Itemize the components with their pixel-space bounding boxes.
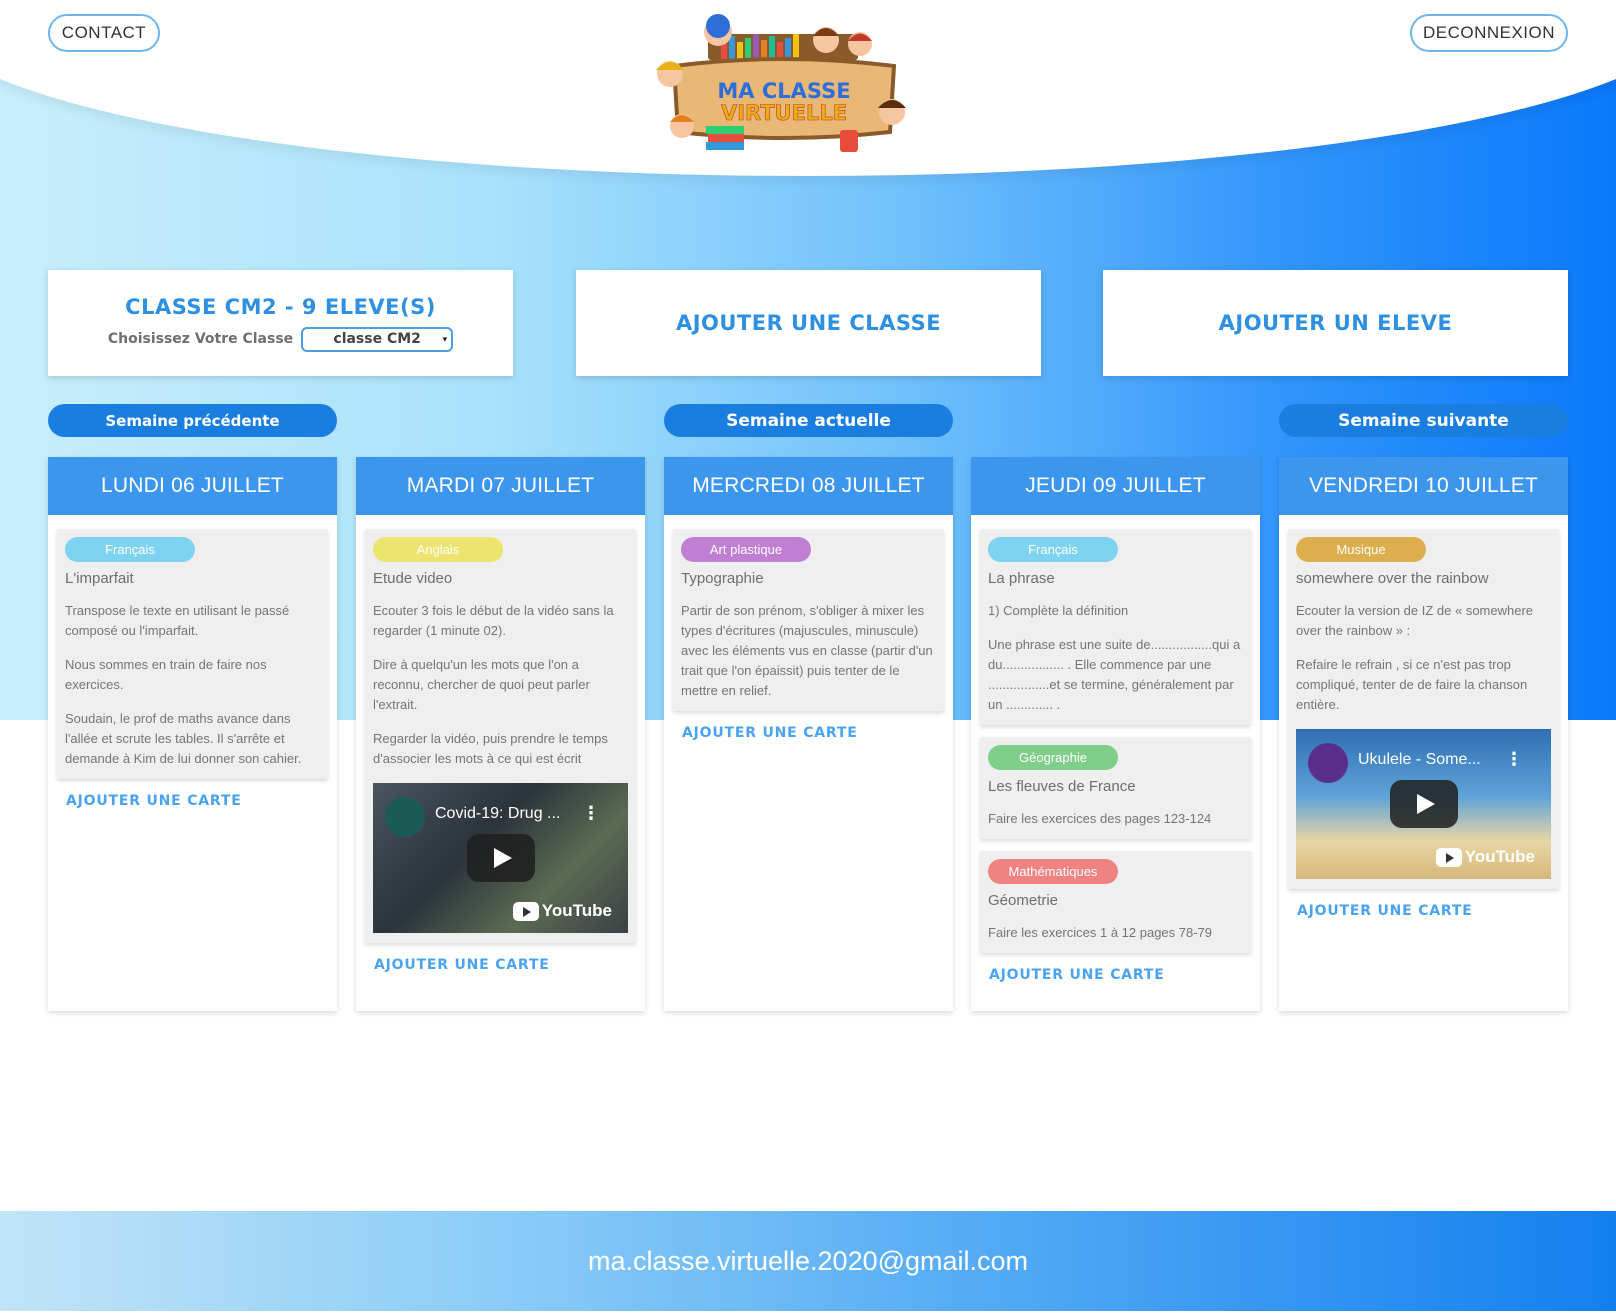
subject-badge: Français — [65, 537, 195, 562]
lesson-card[interactable]: Mathématiques Géometrie Faire les exercice… — [980, 851, 1251, 953]
footer-email[interactable]: ma.classe.virtuelle.2020@gmail.com — [588, 1246, 1028, 1277]
lesson-title: somewhere over the rainbow — [1296, 570, 1489, 587]
day-body: Art plastique Typographie Partir de son pr… — [664, 515, 953, 741]
video-embed[interactable]: Covid-19: Drug ... ⋮ YouTube — [373, 783, 628, 933]
day-column: MERCREDI 08 JUILLET Art plastique Typograp… — [664, 457, 953, 1011]
youtube-logo: YouTube — [512, 901, 612, 921]
previous-week-button[interactable]: Semaine précédente — [48, 404, 337, 437]
day-body: Musique somewhere over the rainbow Ecouter… — [1279, 515, 1568, 919]
add-card-button[interactable]: AJOUTER UNE CARTE — [673, 723, 944, 741]
next-week-button[interactable]: Semaine suivante — [1279, 404, 1568, 437]
day-title: LUNDI 06 JUILLET — [48, 457, 337, 515]
video-embed[interactable]: Ukulele - Some... ⋮ YouTube — [1296, 729, 1551, 879]
youtube-label: YouTube — [541, 901, 612, 920]
play-icon[interactable] — [1389, 780, 1458, 828]
day-body: Anglais Etude video Ecouter 3 fois le débu… — [356, 515, 645, 973]
play-icon[interactable] — [466, 834, 535, 882]
video-title: Ukulele - Some... — [1358, 751, 1481, 768]
day-title: JEUDI 09 JUILLET — [971, 457, 1260, 515]
day-column: JEUDI 09 JUILLET Français La phrase 1) Comp… — [971, 457, 1260, 1011]
lesson-text: 1) Complète la définition — [988, 603, 1129, 618]
more-options-icon[interactable]: ⋮ — [1505, 749, 1523, 770]
youtube-label: YouTube — [1464, 847, 1535, 866]
lesson-card[interactable]: Géographie Les fleuves de France Faire les… — [980, 737, 1251, 839]
day-title: MARDI 07 JUILLET — [356, 457, 645, 515]
lesson-text: Partir de son prénom, s'obliger à mixer … — [681, 603, 933, 698]
lesson-card[interactable]: Anglais Etude video Ecouter 3 fois le débu… — [365, 529, 636, 943]
class-title: CLASSE CM2 - 9 ELEVE(S) — [125, 294, 436, 319]
lesson-text: Une phrase est une suite de.............… — [988, 637, 1241, 712]
add-class-button[interactable]: AJOUTER UNE CLASSE — [676, 311, 941, 335]
day-title: VENDREDI 10 JUILLET — [1279, 457, 1568, 515]
subject-badge: Mathématiques — [988, 859, 1118, 884]
add-student-panel[interactable]: AJOUTER UN ELEVE — [1103, 270, 1568, 376]
logout-button[interactable]: DECONNEXION — [1410, 14, 1568, 52]
add-class-panel[interactable]: AJOUTER UNE CLASSE — [576, 270, 1041, 376]
add-card-button[interactable]: AJOUTER UNE CARTE — [365, 955, 636, 973]
lesson-text: Faire les exercices 1 à 12 pages 78-79 — [988, 925, 1213, 940]
day-body: Français L'imparfait Transpose le texte en… — [48, 515, 337, 809]
lesson-text: Soudain, le prof de maths avance dans l'… — [65, 711, 302, 766]
lesson-text: Transpose le texte en utilisant le passé… — [65, 603, 290, 638]
youtube-logo: YouTube — [1435, 847, 1535, 867]
channel-avatar-icon — [385, 797, 425, 837]
lesson-card[interactable]: Musique somewhere over the rainbow Ecouter… — [1288, 529, 1559, 889]
day-title: MERCREDI 08 JUILLET — [664, 457, 953, 515]
day-body: Français La phrase 1) Complète la définiti… — [971, 515, 1260, 983]
channel-avatar-icon — [1308, 743, 1348, 783]
lesson-text: Ecouter 3 fois le début de la vidéo sans… — [373, 603, 614, 638]
subject-badge: Anglais — [373, 537, 503, 562]
footer: ma.classe.virtuelle.2020@gmail.com — [0, 1211, 1616, 1311]
lesson-card[interactable]: Français L'imparfait Transpose le texte en… — [57, 529, 328, 779]
add-card-button[interactable]: AJOUTER UNE CARTE — [1288, 901, 1559, 919]
lesson-text: Nous sommes en train de faire nos exerci… — [65, 657, 267, 692]
logo[interactable]: MA CLASSE VIRTUELLE — [646, 14, 922, 156]
add-student-button[interactable]: AJOUTER UN ELEVE — [1219, 311, 1453, 335]
current-week-button[interactable]: Semaine actuelle — [664, 404, 953, 437]
class-select[interactable]: classe CM2 ▾ — [301, 326, 454, 352]
lesson-title: L'imparfait — [65, 570, 134, 587]
class-select-row: Choisissez Votre Classe classe CM2 ▾ — [107, 326, 454, 352]
add-card-button[interactable]: AJOUTER UNE CARTE — [980, 965, 1251, 983]
youtube-icon — [512, 901, 539, 921]
video-title: Covid-19: Drug ... — [435, 805, 561, 822]
lesson-text: Faire les exercices des pages 123-124 — [988, 811, 1212, 826]
lesson-title: La phrase — [988, 570, 1055, 587]
class-select-value: classe CM2 — [333, 331, 421, 347]
lesson-text: Ecouter la version de IZ de « somewhere … — [1296, 603, 1534, 638]
subject-badge: Géographie — [988, 745, 1118, 770]
class-panel: CLASSE CM2 - 9 ELEVE(S) Choisissez Votre… — [48, 270, 513, 376]
lesson-text: Refaire le refrain , si ce n'est pas tro… — [1296, 657, 1528, 712]
lesson-card[interactable]: Art plastique Typographie Partir de son pr… — [673, 529, 944, 711]
logo-text-1: MA CLASSE — [717, 79, 850, 103]
subject-badge: Français — [988, 537, 1118, 562]
lesson-text: Dire à quelqu'un les mots que l'on a rec… — [373, 657, 590, 712]
day-column: VENDREDI 10 JUILLET Musique somewhere over… — [1279, 457, 1568, 1011]
lesson-title: Typographie — [681, 570, 764, 587]
lesson-text: Regarder la vidéo, puis prendre le temps… — [373, 731, 608, 766]
class-select-label: Choisissez Votre Classe — [107, 331, 294, 347]
chevron-down-icon: ▾ — [442, 334, 448, 345]
lesson-title: Géometrie — [988, 892, 1059, 909]
more-options-icon[interactable]: ⋮ — [582, 803, 600, 824]
lesson-title: Les fleuves de France — [988, 778, 1136, 795]
add-card-button[interactable]: AJOUTER UNE CARTE — [57, 791, 328, 809]
youtube-icon — [1435, 847, 1462, 867]
subject-badge: Musique — [1296, 537, 1426, 562]
contact-button[interactable]: CONTACT — [48, 14, 160, 52]
subject-badge: Art plastique — [681, 537, 811, 562]
day-column: LUNDI 06 JUILLET Français L'imparfait Trans… — [48, 457, 337, 1011]
lesson-title: Etude video — [373, 570, 453, 587]
lesson-card[interactable]: Français La phrase 1) Complète la définiti… — [980, 529, 1251, 725]
day-column: MARDI 07 JUILLET Anglais Etude video Ecoute… — [356, 457, 645, 1011]
logo-text-2: VIRTUELLE — [721, 101, 847, 125]
